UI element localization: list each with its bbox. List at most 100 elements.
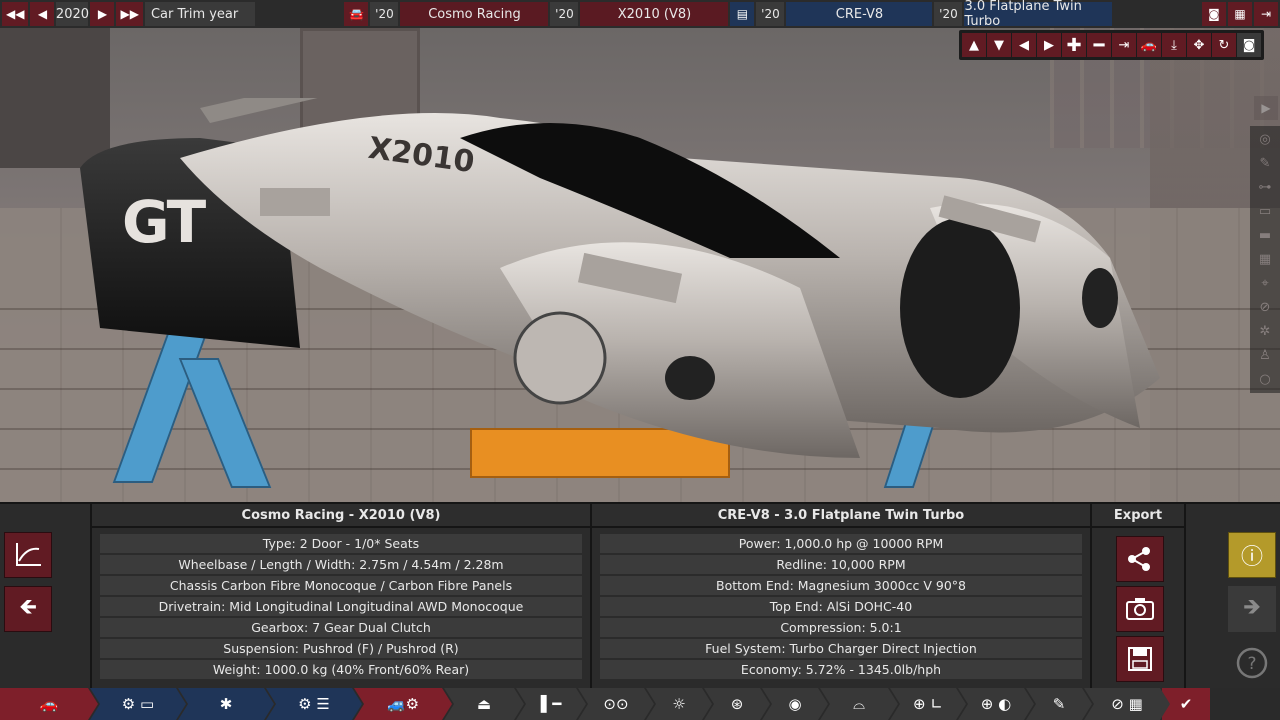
model-year: '20 [370,2,399,26]
nav-engine-tune[interactable]: ⚙ ☰ [266,688,362,720]
share-icon [1128,547,1150,571]
engine-info-row: Fuel System: Turbo Charger Direct Inject… [600,639,1082,658]
car-info-row: Weight: 1000.0 kg (40% Front/60% Rear) [100,660,582,679]
car-model [80,98,1160,458]
nav-paint[interactable]: ✎ [1026,688,1092,720]
viewport-3d[interactable]: GT X2010 ▲ ▼ ◀ ▶ ✚ ━ ⇥ 🚗 ⤓ ✥ ↻ ◙ ▶ ◎ ✎ ⊶… [0,28,1280,502]
nav-brakes[interactable]: ◉ [762,688,828,720]
nav-wheels[interactable]: ⊛ [704,688,770,720]
car-side-icon[interactable]: ▬ [1253,224,1277,247]
move-right-button[interactable]: ▶ [1037,33,1061,57]
exit-icon[interactable]: ⇥ [1254,2,1278,26]
engine-info-row: Redline: 10,000 RPM [600,555,1082,574]
next-button[interactable]: 🡺 [1228,586,1276,632]
engine-icon[interactable]: ▤ [730,2,755,26]
settings-icon[interactable]: ✲ [1253,320,1277,343]
disable-icon[interactable]: ⊘ [1253,296,1277,319]
zoom-out-button[interactable]: ━ [1087,33,1111,57]
save-button[interactable] [1116,636,1164,682]
car-info-row: Gearbox: 7 Gear Dual Clutch [100,618,582,637]
align-right-icon[interactable]: ⇥ [1112,33,1136,57]
side-toolbar: ◎ ✎ ⊶ ▭ ▬ ▦ ⌖ ⊘ ✲ ♙ ○ [1250,126,1280,393]
right-actions: ⓘ 🡺 ? [1186,504,1280,690]
move-down-button[interactable]: ▼ [987,33,1011,57]
steering-seat-icon: ⊕ ∟ [913,695,943,713]
nav-engine-family[interactable]: ⚙ ▭ [90,688,186,720]
grille-icon[interactable]: ▦ [1253,248,1277,271]
export-column: Export [1092,504,1186,690]
year-last-button[interactable]: ▶▶ [116,2,143,26]
move-left-button[interactable]: ◀ [1012,33,1036,57]
suspension-icon[interactable]: ⌖ [1253,272,1277,295]
help-button[interactable]: ? [1228,640,1276,686]
engine-tune-icon: ⚙ ☰ [298,695,330,713]
brake-icon: ◉ [788,695,802,713]
engine-info-column: CRE-V8 - 3.0 Flatplane Twin Turbo Power:… [592,504,1092,690]
lower-icon[interactable]: ⤓ [1162,33,1186,57]
wheel-icon: ⊛ [730,695,744,713]
calculator-icon[interactable]: ▦ [1228,2,1252,26]
side-panel-toggle-icon[interactable]: ▶ [1254,96,1278,120]
engine-variant-year: '20 [934,2,963,26]
nav-drivetrain[interactable]: ⊕ ∟ [890,688,966,720]
engine-info-row: Top End: AlSi DOHC-40 [600,597,1082,616]
engine-info-title: CRE-V8 - 3.0 Flatplane Twin Turbo [592,504,1090,528]
circle-icon[interactable]: ○ [1253,368,1277,391]
paint-icon[interactable]: ✎ [1253,152,1277,175]
engine-family-name[interactable]: CRE-V8 [786,2,933,26]
year-first-button[interactable]: ◀◀ [2,2,29,26]
car-decal-gt: GT [122,188,206,256]
nav-engine-design[interactable]: ✱ [178,688,274,720]
nav-car-trim[interactable]: 🚙⚙ [354,688,452,720]
nav-car-model[interactable]: 🚗 [0,688,98,720]
export-photo-button[interactable] [1116,586,1164,632]
graph-icon [16,543,41,566]
arrow-left-icon: 🡸 [19,595,37,620]
zoom-in-button[interactable]: ✚ [1062,33,1086,57]
back-button[interactable]: 🡸 [4,586,52,632]
car-shape-icon: ⌓ [853,695,865,713]
nav-testing[interactable]: ⊘ ▦ [1084,688,1170,720]
rotate-view-icon[interactable]: ✥ [1187,33,1211,57]
year-value: 2020 [56,2,89,26]
share-button[interactable] [1116,536,1164,582]
car-model-icon[interactable]: 🚘 [344,2,369,26]
checkmark-icon: ✔ [1179,695,1193,713]
car-info-row: Wheelbase / Length / Width: 2.75m / 4.54… [100,555,582,574]
year-next-button[interactable]: ▶ [90,2,115,26]
move-up-button[interactable]: ▲ [962,33,986,57]
trim-year: '20 [550,2,579,26]
warning-button[interactable]: ⓘ [1228,532,1276,578]
axle-icon[interactable]: ⊶ [1253,176,1277,199]
reset-view-icon[interactable]: ↻ [1212,33,1236,57]
test-flag-icon: ⊘ ▦ [1111,695,1143,713]
nav-body[interactable]: ⏏ [444,688,524,720]
aero-icon: ☼ [672,695,686,713]
brand-name[interactable]: Cosmo Racing [400,2,549,26]
year-prev-button[interactable]: ◀ [30,2,55,26]
engine-variant-name[interactable]: 3.0 Flatplane Twin Turbo [964,0,1113,29]
chassis-icon: ▌━ [540,695,562,713]
engine-family-year: '20 [756,2,785,26]
person-icon[interactable]: ♙ [1253,344,1277,367]
wheel-icon[interactable]: ◎ [1253,128,1277,151]
car-info-row: Chassis Carbon Fibre Monocoque / Carbon … [100,576,582,595]
engine-info-row: Power: 1,000.0 hp @ 10000 RPM [600,534,1082,553]
body-icon[interactable]: ▭ [1253,200,1277,223]
car-view-icon[interactable]: 🚗 [1137,33,1161,57]
nav-chassis[interactable]: ▌━ [516,688,586,720]
nav-tuning[interactable]: ⊕ ◐ [958,688,1034,720]
model-name[interactable]: X2010 (V8) [580,2,729,26]
export-title: Export [1092,504,1184,528]
nav-fixtures[interactable]: ⊙⊙ [578,688,654,720]
svg-text:?: ? [1247,654,1256,674]
left-actions: 🡸 [0,504,92,690]
graph-button[interactable] [4,532,52,578]
screenshot-icon[interactable]: ◙ [1202,2,1226,26]
steering-ball-icon: ⊕ ◐ [980,695,1012,713]
camera-icon[interactable]: ◙ [1237,33,1261,57]
help-icon: ? [1236,647,1268,679]
nav-aero[interactable]: ☼ [646,688,712,720]
nav-interior[interactable]: ⌓ [820,688,898,720]
engine-info-row: Bottom End: Magnesium 3000cc V 90°8 [600,576,1082,595]
